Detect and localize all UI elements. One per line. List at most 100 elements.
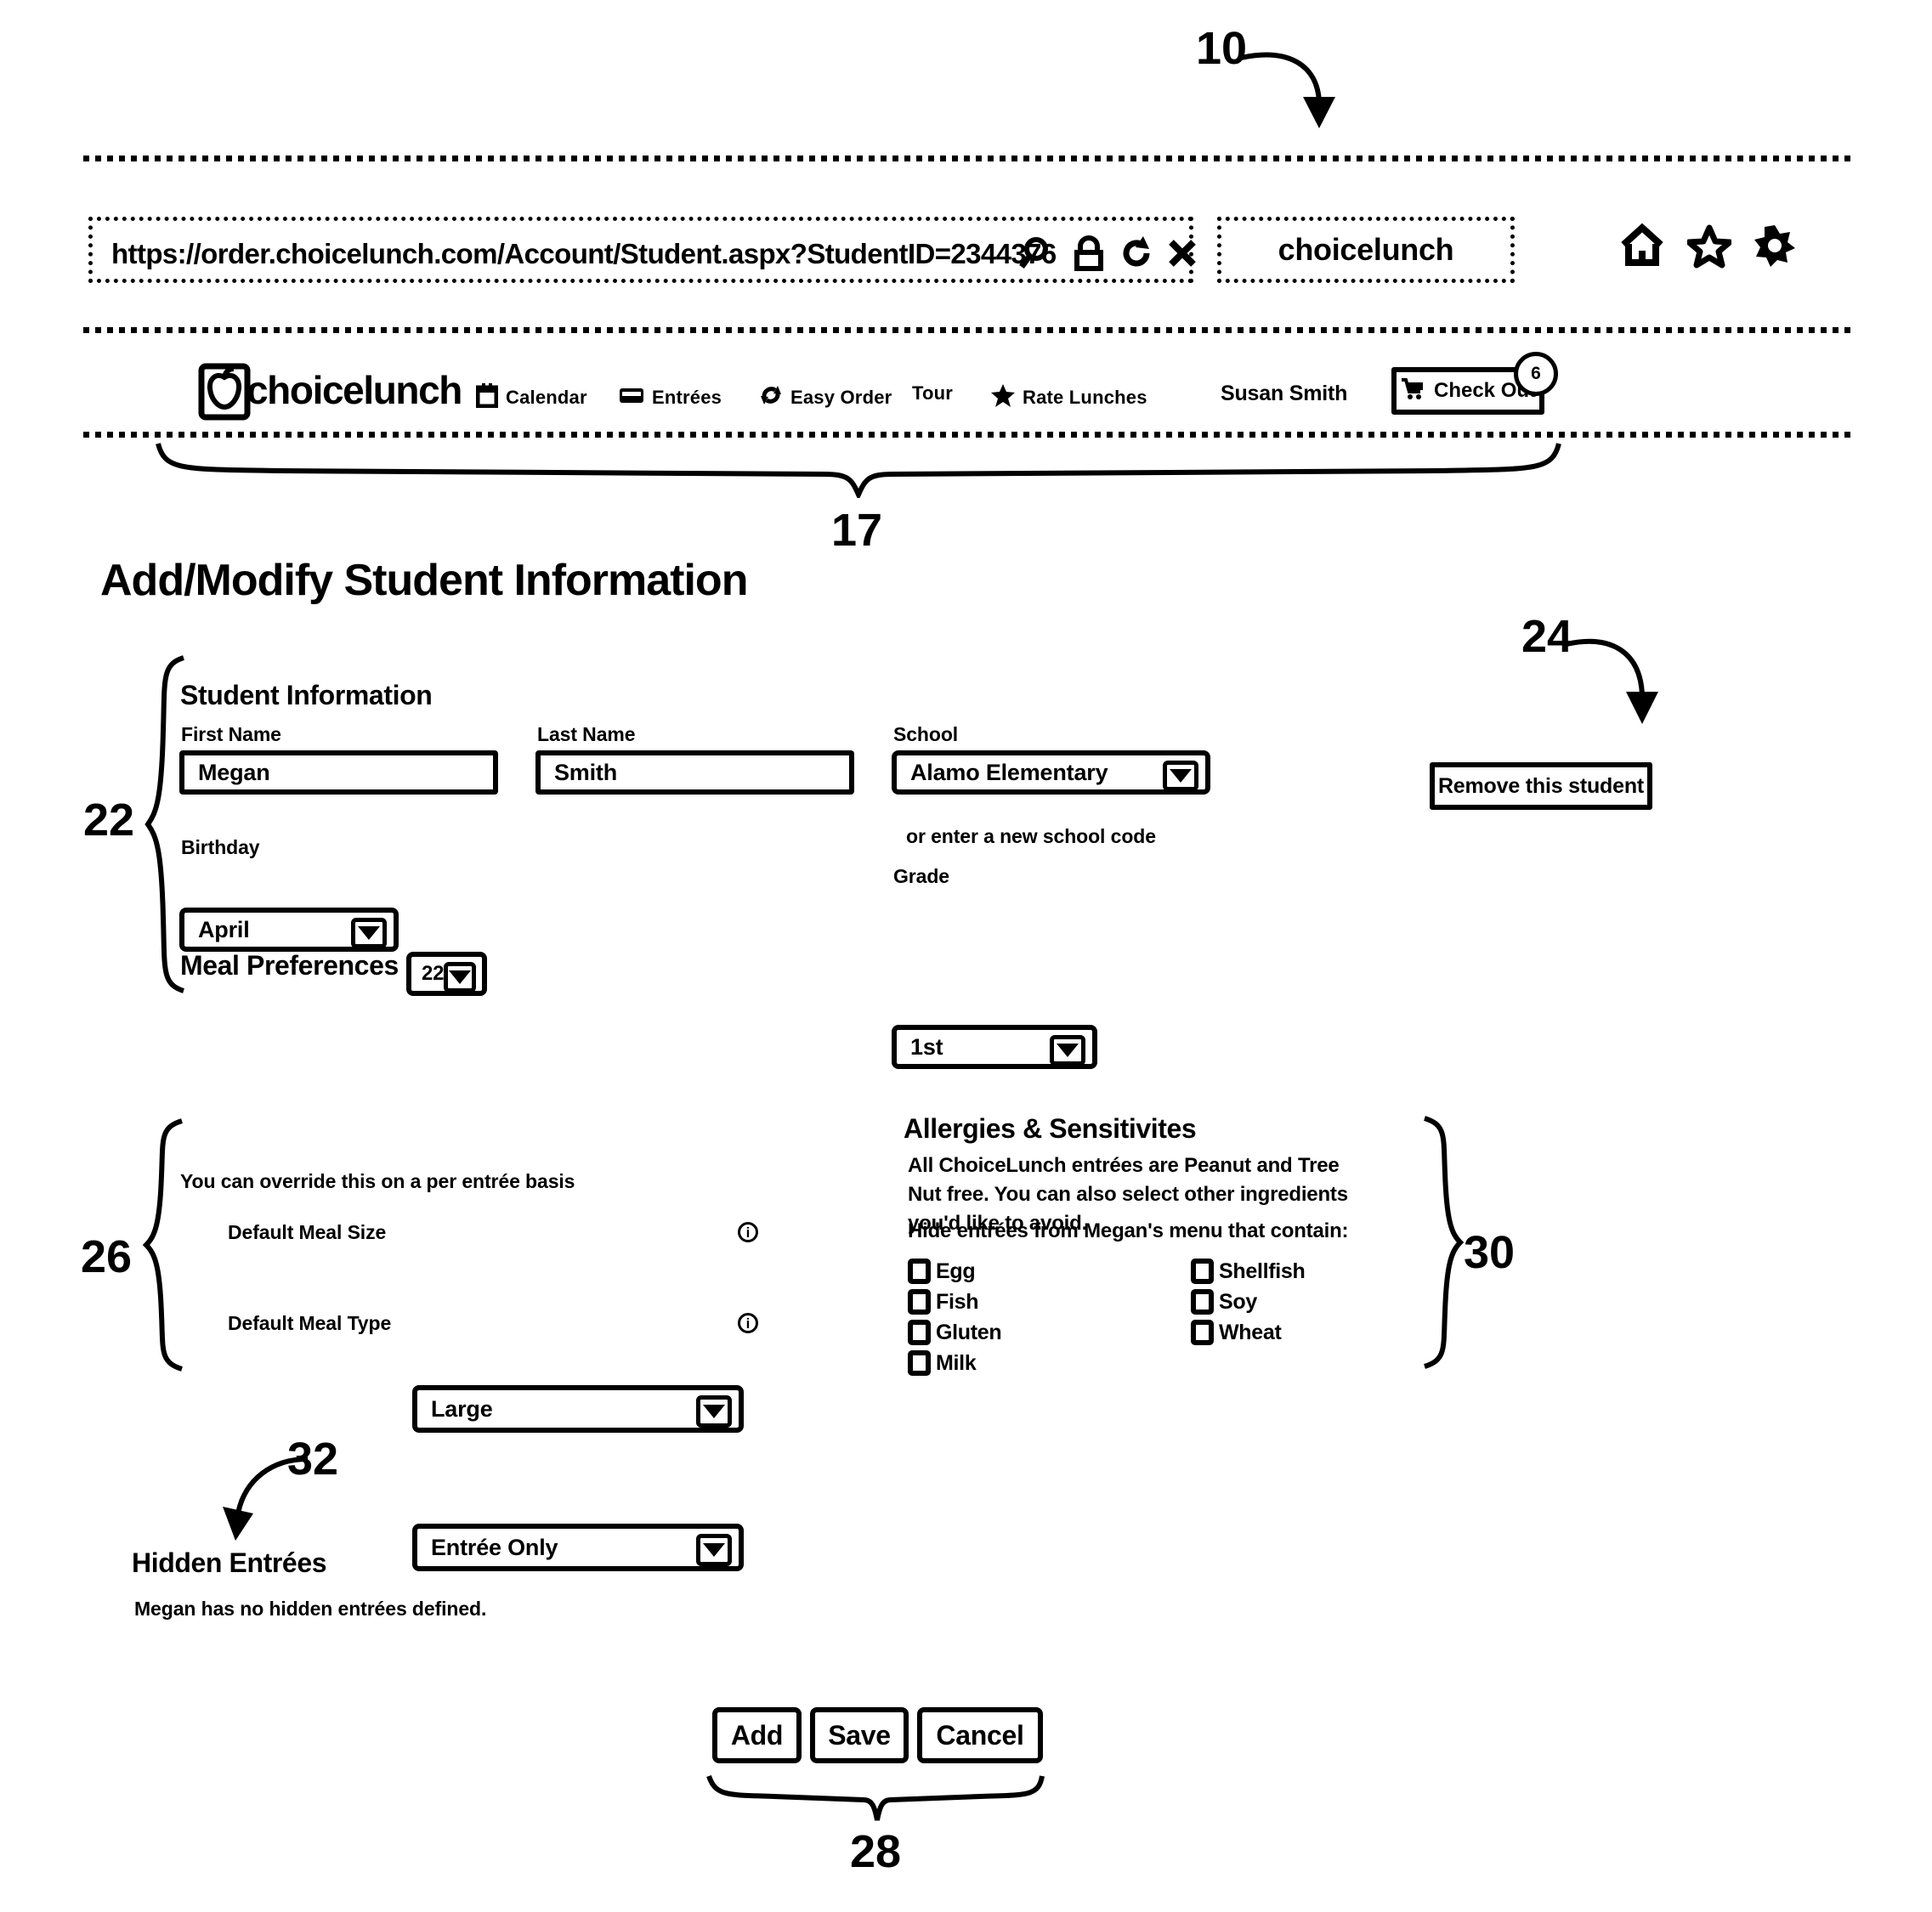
browser-search-value: choicelunch [1278, 232, 1454, 267]
checkbox-box-icon[interactable] [1191, 1259, 1214, 1284]
allergy-label-milk: Milk [936, 1350, 977, 1375]
ref-numeral-allergies: 30 [1464, 1227, 1516, 1278]
checkbox-box-icon[interactable] [908, 1289, 931, 1315]
grade-select[interactable]: 1st [892, 1025, 1097, 1069]
allergy-label-gluten: Gluten [936, 1320, 1002, 1344]
nav-item-easy-order[interactable]: Easy Order [759, 382, 892, 413]
last-name-label: Last Name [537, 723, 636, 745]
refresh-cycle-icon [759, 382, 783, 413]
checkout-button[interactable]: Check Out 6 [1391, 352, 1558, 415]
allergy-checkbox-egg[interactable]: Egg [908, 1259, 1001, 1284]
lock-icon[interactable] [1070, 235, 1108, 278]
favorites-star-icon[interactable] [1686, 223, 1733, 273]
default-meal-size-select[interactable]: Large [412, 1385, 744, 1433]
allergy-checkbox-column-left: Egg Fish Gluten Milk [908, 1259, 1002, 1376]
checkbox-box-icon[interactable] [1191, 1320, 1214, 1345]
page-title: Add/Modify Student Information [100, 556, 748, 605]
ref-leader-browser [1240, 52, 1335, 128]
app-logo-icon[interactable] [198, 363, 251, 425]
shopping-cart-icon [1400, 376, 1425, 406]
checkbox-box-icon[interactable] [1191, 1289, 1214, 1315]
birthday-day-chevron-down-icon[interactable] [444, 962, 476, 993]
allergy-checkbox-fish[interactable]: Fish [908, 1289, 1001, 1315]
meal-prefs-heading: Meal Preferences [180, 950, 399, 981]
meal-type-chevron-down-icon[interactable] [696, 1534, 732, 1566]
school-chevron-down-icon[interactable] [1163, 761, 1198, 791]
allergy-checkbox-shellfish[interactable]: Shellfish [1191, 1259, 1306, 1284]
app-nav-bottom-divider [83, 432, 1851, 438]
birthday-day-value: 22 [422, 962, 445, 985]
nav-label-tour: Tour [912, 382, 954, 404]
checkbox-box-icon[interactable] [908, 1259, 931, 1284]
add-button[interactable]: Add [712, 1707, 802, 1763]
browser-search-field[interactable]: choicelunch [1217, 217, 1515, 283]
school-label: School [893, 723, 959, 745]
last-name-input[interactable]: Smith [535, 750, 854, 795]
search-icon[interactable] [1019, 235, 1058, 278]
ref-brace-meal-prefs [143, 1118, 183, 1372]
meal-type-info-icon[interactable]: i [738, 1313, 758, 1333]
nav-item-tour[interactable]: Tour [912, 382, 953, 404]
checkbox-box-icon[interactable] [908, 1350, 931, 1376]
nav-item-entrees[interactable]: Entrées [619, 382, 722, 413]
save-button[interactable]: Save [810, 1707, 909, 1763]
meal-size-chevron-down-icon[interactable] [696, 1395, 732, 1428]
star-icon [991, 382, 1015, 413]
allergies-hide-label: Hide entrées from Megan's menu that cont… [908, 1219, 1349, 1242]
last-name-value: Smith [554, 759, 618, 785]
settings-gear-icon[interactable] [1753, 223, 1797, 273]
ref-brace-navbar [156, 443, 1561, 498]
default-meal-size-label: Default Meal Size [228, 1221, 387, 1243]
allergy-label-egg: Egg [936, 1259, 976, 1283]
nav-item-rate-lunches[interactable]: Rate Lunches [991, 382, 1147, 413]
default-meal-type-label: Default Meal Type [228, 1312, 392, 1334]
ref-leader-hidden-entrees [223, 1457, 309, 1541]
ref-numeral-action-buttons: 28 [850, 1826, 902, 1877]
allergy-checkbox-gluten[interactable]: Gluten [908, 1320, 1002, 1345]
refresh-icon[interactable] [1119, 235, 1156, 278]
birthday-day-select[interactable]: 22 [406, 952, 487, 996]
meal-prefs-subtext: You can override this on a per entrée ba… [180, 1170, 575, 1192]
default-meal-type-select[interactable]: Entrée Only [412, 1524, 744, 1571]
ref-numeral-student-info: 22 [83, 795, 135, 846]
grade-label: Grade [893, 865, 949, 887]
grade-chevron-down-icon[interactable] [1050, 1035, 1085, 1066]
url-bar[interactable]: https://order.choicelunch.com/Account/St… [88, 217, 1196, 283]
stop-close-icon[interactable] [1165, 235, 1201, 278]
cancel-button[interactable]: Cancel [917, 1707, 1043, 1763]
account-user-name[interactable]: Susan Smith [1221, 382, 1347, 406]
ref-leader-remove-student [1566, 638, 1658, 724]
url-text: https://order.choicelunch.com/Account/St… [111, 238, 1057, 269]
default-meal-size-value: Large [431, 1395, 493, 1422]
nav-item-calendar[interactable]: Calendar [475, 382, 587, 413]
birthday-month-select[interactable]: April [179, 908, 399, 952]
allergy-checkbox-milk[interactable]: Milk [908, 1350, 1001, 1376]
allergy-label-fish: Fish [936, 1289, 979, 1314]
home-icon[interactable] [1620, 223, 1664, 273]
allergy-label-soy: Soy [1219, 1289, 1257, 1314]
default-meal-type-value: Entrée Only [431, 1534, 558, 1560]
ref-brace-allergies [1424, 1116, 1464, 1369]
calendar-icon [475, 382, 499, 413]
entree-tray-icon [619, 382, 644, 413]
allergy-checkbox-wheat[interactable]: Wheat [1191, 1320, 1306, 1345]
grade-value: 1st [910, 1033, 943, 1060]
browser-top-divider [83, 156, 1851, 161]
nav-label-easy-order: Easy Order [790, 387, 892, 408]
hidden-entrees-heading: Hidden Entrées [132, 1547, 327, 1578]
allergy-checkbox-soy[interactable]: Soy [1191, 1289, 1306, 1315]
first-name-input[interactable]: Megan [179, 750, 498, 795]
nav-label-entrees: Entrées [652, 387, 722, 408]
save-button-label: Save [828, 1719, 891, 1751]
first-name-value: Megan [198, 759, 270, 785]
remove-student-button[interactable]: Remove this student [1430, 762, 1652, 810]
first-name-label: First Name [181, 723, 281, 745]
allergies-heading: Allergies & Sensitivites [904, 1113, 1197, 1144]
nav-label-calendar: Calendar [506, 387, 587, 408]
app-brand[interactable]: choicelunch [246, 367, 462, 413]
checkbox-box-icon[interactable] [908, 1320, 931, 1345]
meal-size-info-icon[interactable]: i [738, 1222, 758, 1242]
cart-count-badge: 6 [1514, 352, 1558, 396]
school-select[interactable]: Alamo Elementary [892, 750, 1210, 795]
birthday-month-chevron-down-icon[interactable] [351, 918, 387, 948]
